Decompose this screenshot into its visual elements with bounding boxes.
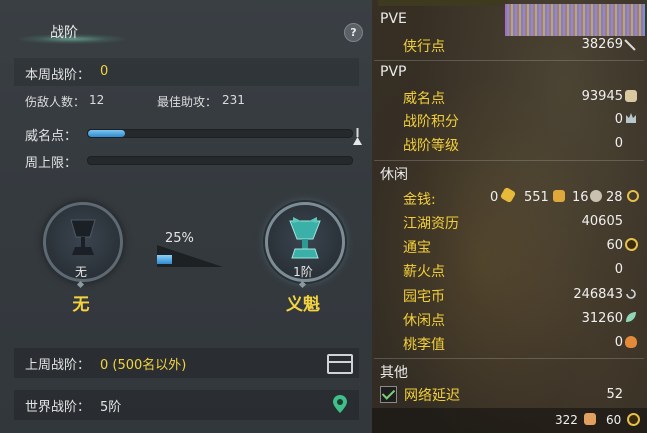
money-copper-a-value: 16 [572, 190, 589, 205]
prestige-progress-fill [88, 130, 125, 137]
reward-chest-icon[interactable] [327, 354, 353, 374]
coin-ring-icon [627, 190, 639, 202]
pvp-section-header: PVP [380, 64, 407, 80]
current-rank-name: 无 [72, 295, 90, 315]
money-silver-value: 551 [524, 190, 549, 205]
leisure-item-value: 246843 [573, 287, 623, 302]
rank-diamond-decoration [76, 280, 85, 289]
kills-value: 12 [89, 93, 105, 107]
footer-value-b: 60 [606, 413, 622, 427]
section-divider [374, 60, 644, 61]
weekly-cap-label: 周上限： [25, 156, 78, 171]
leisure-item-label: 园宅币 [403, 289, 445, 305]
leisure-item-value: 31260 [581, 311, 623, 326]
leisure-item-label: 薪火点 [403, 264, 445, 280]
crown-icon [626, 113, 636, 123]
network-latency-checkbox[interactable] [380, 386, 397, 403]
rank-progress-percent: 25% [165, 231, 194, 246]
leisure-item-value: 60 [606, 238, 623, 253]
world-rank-value: 5阶 [100, 400, 122, 415]
section-divider [374, 358, 644, 359]
leisure-section-header: 休闲 [380, 167, 408, 183]
money-gold-value: 0 [490, 190, 499, 205]
help-button[interactable]: ? [344, 23, 363, 42]
leaf-icon [626, 312, 636, 322]
pve-item-value: 38269 [581, 37, 623, 52]
buff-icons-strip [505, 4, 645, 36]
rank-diamond-decoration [298, 280, 307, 289]
panel-title-bar: 战阶 ? [0, 0, 372, 58]
battle-rank-panel: 战阶 ? 本周战阶： 0 伤敌人数： 12 最佳助攻： 231 威名点： 周上限… [0, 0, 372, 433]
leisure-item-value: 0 [614, 262, 623, 277]
panel-title: 战阶 [50, 25, 78, 41]
pvp-item-label: 战阶积分 [403, 114, 459, 130]
leisure-item-label: 通宝 [403, 240, 431, 256]
copper-coin-icon [590, 190, 602, 202]
money-copper-b-value: 28 [606, 190, 623, 205]
pve-section-header: PVE [380, 11, 407, 27]
footer-bar: 322 60 [372, 408, 647, 433]
silver-ingot-icon [553, 190, 565, 202]
prestige-label: 威名点： [25, 129, 78, 144]
kills-label: 伤敌人数： [25, 95, 86, 109]
network-latency-value: 52 [606, 387, 623, 402]
money-label: 金钱: [403, 192, 436, 208]
prestige-progress-bar [87, 129, 353, 138]
best-assist-value: 231 [222, 93, 245, 107]
coin-icon [627, 413, 640, 426]
best-assist-label: 最佳助攻： [157, 95, 218, 109]
coin-icon [625, 238, 638, 251]
location-pin-icon[interactable] [333, 395, 347, 413]
leisure-item-value: 40605 [581, 214, 623, 229]
weekly-rank-value: 0 [100, 64, 109, 79]
pvp-item-label: 威名点 [403, 91, 445, 107]
last-week-rank-value: 0 (500名以外) [100, 358, 187, 373]
network-latency-label: 网络延迟 [404, 388, 460, 404]
goblet-icon [70, 219, 96, 255]
next-rank-level: 1阶 [293, 265, 313, 279]
weekly-rank-label: 本周战阶： [25, 68, 91, 83]
leisure-item-value: 0 [614, 335, 623, 350]
weekly-cap-progress-bar [87, 156, 353, 165]
pvp-item-value: 0 [614, 136, 623, 151]
jade-goblet-icon [289, 217, 321, 259]
world-rank-label: 世界战阶： [25, 400, 91, 415]
prestige-icon [625, 90, 637, 102]
spiral-icon [626, 289, 636, 299]
peach-icon [625, 336, 637, 348]
leisure-item-label: 休闲点 [403, 313, 445, 329]
leisure-item-label: 桃李值 [403, 337, 445, 353]
next-rank-name: 义魁 [286, 295, 320, 315]
quill-icon [624, 39, 636, 51]
rank-progress-fill [157, 255, 172, 264]
pvp-item-value: 93945 [581, 89, 623, 104]
world-rank-row: 世界战阶： 5阶 [14, 390, 359, 420]
other-section-header: 其他 [380, 365, 408, 381]
last-week-rank-label: 上周战阶： [25, 358, 91, 373]
section-divider [374, 160, 644, 161]
cap-marker-icon [353, 128, 362, 145]
currency-overlay-panel: PVE 侠行点 38269 PVP 威名点 93945 战阶积分 0 战阶等级 … [372, 0, 647, 433]
header-strip-decoration [378, 0, 508, 6]
weekly-rank-row: 本周战阶： 0 [14, 58, 359, 86]
pve-item-label: 侠行点 [403, 39, 445, 55]
leisure-item-label: 江湖资历 [403, 216, 459, 232]
pvp-item-label: 战阶等级 [403, 138, 459, 154]
stamina-icon [584, 413, 596, 425]
pvp-item-value: 0 [614, 112, 623, 127]
footer-value-a: 322 [555, 413, 578, 427]
last-week-rank-row: 上周战阶： 0 (500名以外) [14, 348, 359, 378]
current-rank-level: 无 [74, 265, 87, 279]
